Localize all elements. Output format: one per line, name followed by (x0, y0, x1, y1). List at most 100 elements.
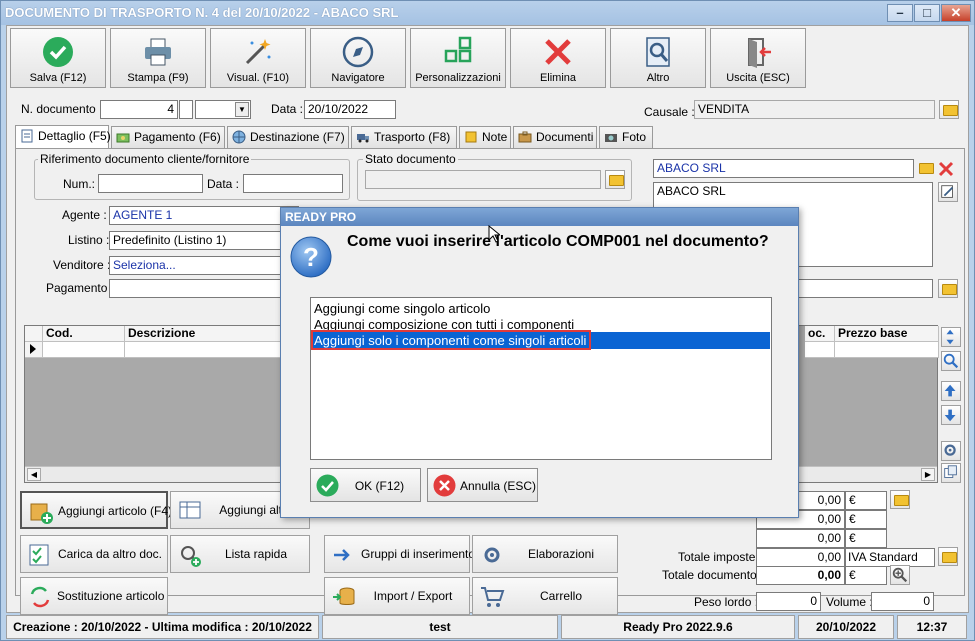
listino-input[interactable]: Predefinito (Listino 1) (109, 231, 299, 250)
import-export-button[interactable]: Import / Export (324, 577, 470, 615)
main-window: DOCUMENTO DI TRASPORTO N. 4 del 20/10/20… (0, 0, 975, 641)
dialog-message: Come vuoi inserire l'articolo COMP001 ne… (347, 233, 769, 250)
tab-foto-label: Foto (622, 130, 647, 144)
selection-highlight (311, 330, 591, 350)
move-down-icon[interactable] (941, 405, 961, 425)
currency-2: € (845, 510, 887, 529)
volume-input[interactable]: 0 (871, 592, 934, 611)
save-button[interactable]: Salva (F12) (10, 28, 106, 88)
status-time: 12:37 (897, 615, 967, 639)
navigator-button[interactable]: Navigatore (310, 28, 406, 88)
num-input[interactable] (98, 174, 203, 193)
pagamento-input[interactable] (109, 279, 299, 298)
customize-label: Personalizzazioni (415, 72, 501, 84)
cliente-name-input[interactable]: ABACO SRL (653, 159, 914, 178)
group-arrow-icon (334, 549, 350, 561)
table-row[interactable] (43, 342, 125, 358)
tab-pagamento[interactable]: Pagamento (F6) (111, 126, 225, 148)
delete-button[interactable]: Elimina (510, 28, 606, 88)
venditore-input[interactable]: Seleziona... (109, 256, 299, 275)
rif-title: Riferimento documento cliente/fornitore (38, 152, 252, 166)
iva-folder-icon[interactable] (938, 547, 958, 566)
load-from-doc-button[interactable]: Carica da altro doc. (20, 535, 168, 573)
preview-button[interactable]: Visual. (F10) (210, 28, 306, 88)
exit-door-icon (748, 38, 771, 68)
remove-client-x-icon[interactable] (938, 161, 954, 177)
checklist-icon (29, 544, 49, 566)
settings-icon[interactable] (941, 441, 961, 461)
col-prezzo[interactable]: Prezzo base (835, 326, 939, 342)
tab-dettaglio-label: Dettaglio (F5) (38, 129, 111, 143)
truck-icon (357, 134, 369, 143)
imposte-label: Totale imposte : (678, 550, 763, 564)
table-row[interactable] (835, 342, 939, 358)
date-input[interactable]: 20/10/2022 (304, 100, 396, 119)
exit-button[interactable]: Uscita (ESC) (710, 28, 806, 88)
note-icon (465, 131, 477, 143)
scroll-left-icon[interactable]: ◀ (27, 468, 41, 481)
causale-folder-icon[interactable] (939, 100, 959, 119)
table-add-icon (179, 501, 201, 519)
tab-trasporto[interactable]: Trasporto (F8) (351, 126, 457, 148)
venditore-label: Venditore : (53, 258, 111, 272)
import-export-label: Import / Export (373, 589, 453, 603)
ndoc-spinner[interactable] (179, 100, 193, 119)
option-single-article[interactable]: Aggiungi come singolo articolo (313, 300, 490, 317)
col-descrizione[interactable]: Descrizione (125, 326, 289, 342)
tab-pagamento-label: Pagamento (F6) (134, 130, 221, 144)
insertion-groups-button[interactable]: Gruppi di inserimento (324, 535, 475, 573)
peso-label: Peso lordo : (694, 595, 759, 609)
num-label: Num.: (63, 177, 96, 191)
tab-documenti[interactable]: Documenti (513, 126, 597, 148)
peso-input[interactable]: 0 (756, 592, 821, 611)
search-icon[interactable] (941, 351, 961, 371)
move-up-icon[interactable] (941, 381, 961, 401)
copy-icon[interactable] (941, 463, 961, 483)
stato-folder-icon[interactable] (605, 170, 625, 189)
tab-destinazione[interactable]: Destinazione (F7) (227, 126, 349, 148)
zoom-total-icon[interactable] (890, 565, 910, 585)
imposte-value: 0,00 (756, 548, 845, 567)
ok-button[interactable]: OK (F12) (310, 468, 421, 502)
option-components-only[interactable]: Aggiungi solo i componenti come singoli … (311, 330, 770, 350)
table-row[interactable] (125, 342, 289, 358)
cliente-folder-icon[interactable] (916, 159, 936, 178)
options-list[interactable]: Aggiungi come singolo articolo Aggiungi … (310, 297, 772, 460)
maximize-button[interactable]: □ (914, 4, 940, 22)
volume-label: Volume : (826, 595, 873, 609)
minimize-button[interactable]: – (887, 4, 913, 22)
cliente-extra-folder-icon[interactable] (938, 279, 958, 298)
cart-button[interactable]: Carrello (472, 577, 618, 615)
print-button[interactable]: Stampa (F9) (110, 28, 206, 88)
totals-folder-icon[interactable] (890, 490, 910, 509)
close-button[interactable]: ✕ (941, 4, 971, 22)
quick-list-button[interactable]: Lista rapida (170, 535, 310, 573)
rif-date-input[interactable] (243, 174, 343, 193)
tab-dettaglio[interactable]: Dettaglio (F5) (15, 125, 111, 148)
other-button[interactable]: Altro (610, 28, 706, 88)
grid-corner (25, 326, 43, 342)
ndoc-input[interactable]: 4 (100, 100, 178, 119)
causale-input[interactable]: VENDITA (694, 100, 935, 119)
sort-arrows-icon[interactable] (941, 327, 961, 347)
magnifier-add-icon (181, 546, 201, 567)
delete-label: Elimina (539, 72, 577, 84)
cancel-button[interactable]: Annulla (ESC) (427, 468, 538, 502)
stato-input[interactable] (365, 170, 601, 189)
tab-foto[interactable]: Foto (599, 126, 653, 148)
tab-note[interactable]: Note (459, 126, 511, 148)
print-label: Stampa (F9) (127, 72, 189, 84)
data-label: Data : (271, 102, 304, 116)
ndoc-suffix-select[interactable]: ▼ (195, 100, 251, 119)
add-article-button[interactable]: Aggiungi articolo (F4) (20, 491, 172, 529)
col-qta[interactable]: oc. (805, 326, 835, 342)
table-row[interactable] (805, 342, 835, 358)
col-cod[interactable]: Cod. (43, 326, 125, 342)
currency-4: € (845, 566, 887, 585)
customize-button[interactable]: Personalizzazioni (410, 28, 506, 88)
edit-address-icon[interactable] (938, 182, 958, 202)
agente-input[interactable]: AGENTE 1 (109, 206, 299, 225)
replace-article-button[interactable]: Sostituzione articolo (20, 577, 168, 615)
elaborations-button[interactable]: Elaborazioni (472, 535, 618, 573)
scroll-right-icon[interactable]: ▶ (921, 468, 935, 481)
